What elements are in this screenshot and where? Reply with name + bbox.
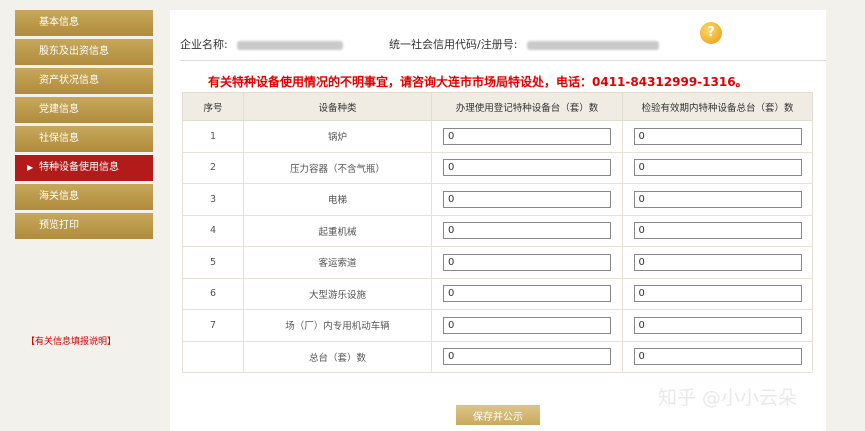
credit-code-redacted xyxy=(526,40,659,50)
equipment-type: 压力容器（不含气瓶） xyxy=(243,151,432,184)
table-row: 3 电梯 xyxy=(182,183,813,216)
triangle-right-icon: ▶ xyxy=(27,163,34,172)
equipment-type: 起重机械 xyxy=(243,214,432,247)
sidebar-item-label: 资产状况信息 xyxy=(39,75,99,86)
registered-count-input[interactable] xyxy=(443,190,611,208)
main-panel: 企业名称: 统一社会信用代码/注册号: ? 有关特种设备使用情况的不明事宜，请咨… xyxy=(170,10,826,431)
row-number: 6 xyxy=(182,277,244,310)
sidebar-item-label: 基本信息 xyxy=(39,17,79,28)
inspected-count-input[interactable] xyxy=(633,253,802,271)
inspected-count-input[interactable] xyxy=(633,159,802,177)
table-row: 7 场（厂）内专用机动车辆 xyxy=(182,309,813,342)
table-row: 4 起重机械 xyxy=(182,214,813,247)
equipment-type: 场（厂）内专用机动车辆 xyxy=(243,309,432,342)
equipment-type: 电梯 xyxy=(243,183,432,216)
registered-count-input[interactable] xyxy=(443,127,611,145)
company-name-row: 企业名称: xyxy=(180,36,344,52)
sidebar-item-label: 党建信息 xyxy=(39,104,79,115)
table-header-row: 序号 设备种类 办理使用登记特种设备台（套）数 检验有效期内特种设备总台（套）数 xyxy=(182,92,813,121)
sidebar-item-label: 股东及出资信息 xyxy=(39,46,109,57)
sidebar-item-assets[interactable]: 资产状况信息 xyxy=(15,68,153,94)
inspected-count-input[interactable] xyxy=(633,190,802,208)
help-icon[interactable]: ? xyxy=(700,22,722,44)
sidebar-item-label: 海关信息 xyxy=(39,191,79,202)
registered-count-input[interactable] xyxy=(443,285,611,303)
inspected-count-input[interactable] xyxy=(633,316,802,334)
notice-text: 有关特种设备使用情况的不明事宜，请咨询大连市市场局特设处，电话：0411-843… xyxy=(208,75,748,89)
row-number: 2 xyxy=(182,151,244,184)
inspected-count-input[interactable] xyxy=(633,127,802,145)
registered-count-input[interactable] xyxy=(443,159,611,177)
sidebar-item-shareholders[interactable]: 股东及出资信息 xyxy=(15,39,153,65)
inspected-total-input[interactable] xyxy=(633,348,802,366)
table-row: 1 锅炉 xyxy=(182,120,813,153)
company-name-label: 企业名称: xyxy=(180,38,228,51)
row-number: 4 xyxy=(182,214,244,247)
sidebar: 基本信息 股东及出资信息 资产状况信息 党建信息 社保信息 ▶ 特种设备使用信息 … xyxy=(15,10,153,242)
registered-count-input[interactable] xyxy=(443,316,611,334)
total-label: 总台（套）数 xyxy=(243,340,432,373)
table-row: 2 压力容器（不含气瓶） xyxy=(182,151,813,184)
sidebar-item-party[interactable]: 党建信息 xyxy=(15,97,153,123)
column-header-type: 设备种类 xyxy=(243,92,432,121)
divider xyxy=(180,60,826,61)
column-header-registered: 办理使用登记特种设备台（套）数 xyxy=(431,92,623,121)
equipment-type: 客运索道 xyxy=(243,246,432,279)
sidebar-item-preview-print[interactable]: 预览打印 xyxy=(15,213,153,239)
sidebar-item-basic-info[interactable]: 基本信息 xyxy=(15,10,153,36)
sidebar-item-social-security[interactable]: 社保信息 xyxy=(15,126,153,152)
inspected-count-input[interactable] xyxy=(633,222,802,240)
inspected-count-input[interactable] xyxy=(633,285,802,303)
equipment-type: 大型游乐设施 xyxy=(243,277,432,310)
credit-code-row: 统一社会信用代码/注册号: xyxy=(389,36,659,52)
sidebar-item-special-equipment[interactable]: ▶ 特种设备使用信息 xyxy=(15,155,153,181)
table-row: 5 客运索道 xyxy=(182,246,813,279)
company-name-redacted xyxy=(237,40,344,50)
save-and-publish-button[interactable]: 保存并公示 xyxy=(456,405,540,425)
table-row: 6 大型游乐设施 xyxy=(182,277,813,310)
row-number: 7 xyxy=(182,309,244,342)
row-number: 1 xyxy=(182,120,244,153)
row-number: 3 xyxy=(182,183,244,216)
help-instructions-link[interactable]: 【有关信息填报说明】 xyxy=(26,334,116,347)
registered-total-input[interactable] xyxy=(443,348,611,366)
watermark: 知乎 @小小云朵 xyxy=(658,387,798,409)
registered-count-input[interactable] xyxy=(443,222,611,240)
column-header-no: 序号 xyxy=(182,92,244,121)
equipment-table: 序号 设备种类 办理使用登记特种设备台（套）数 检验有效期内特种设备总台（套）数… xyxy=(182,92,813,373)
column-header-inspected: 检验有效期内特种设备总台（套）数 xyxy=(622,92,813,121)
sidebar-item-label: 社保信息 xyxy=(39,133,79,144)
row-number: 5 xyxy=(182,246,244,279)
registered-count-input[interactable] xyxy=(443,253,611,271)
sidebar-item-customs[interactable]: 海关信息 xyxy=(15,184,153,210)
sidebar-item-label: 预览打印 xyxy=(39,220,79,231)
equipment-type: 锅炉 xyxy=(243,120,432,153)
credit-code-label: 统一社会信用代码/注册号: xyxy=(389,38,518,51)
table-row-total: 总台（套）数 xyxy=(182,340,813,373)
row-number xyxy=(182,340,244,373)
sidebar-item-label: 特种设备使用信息 xyxy=(39,162,119,173)
